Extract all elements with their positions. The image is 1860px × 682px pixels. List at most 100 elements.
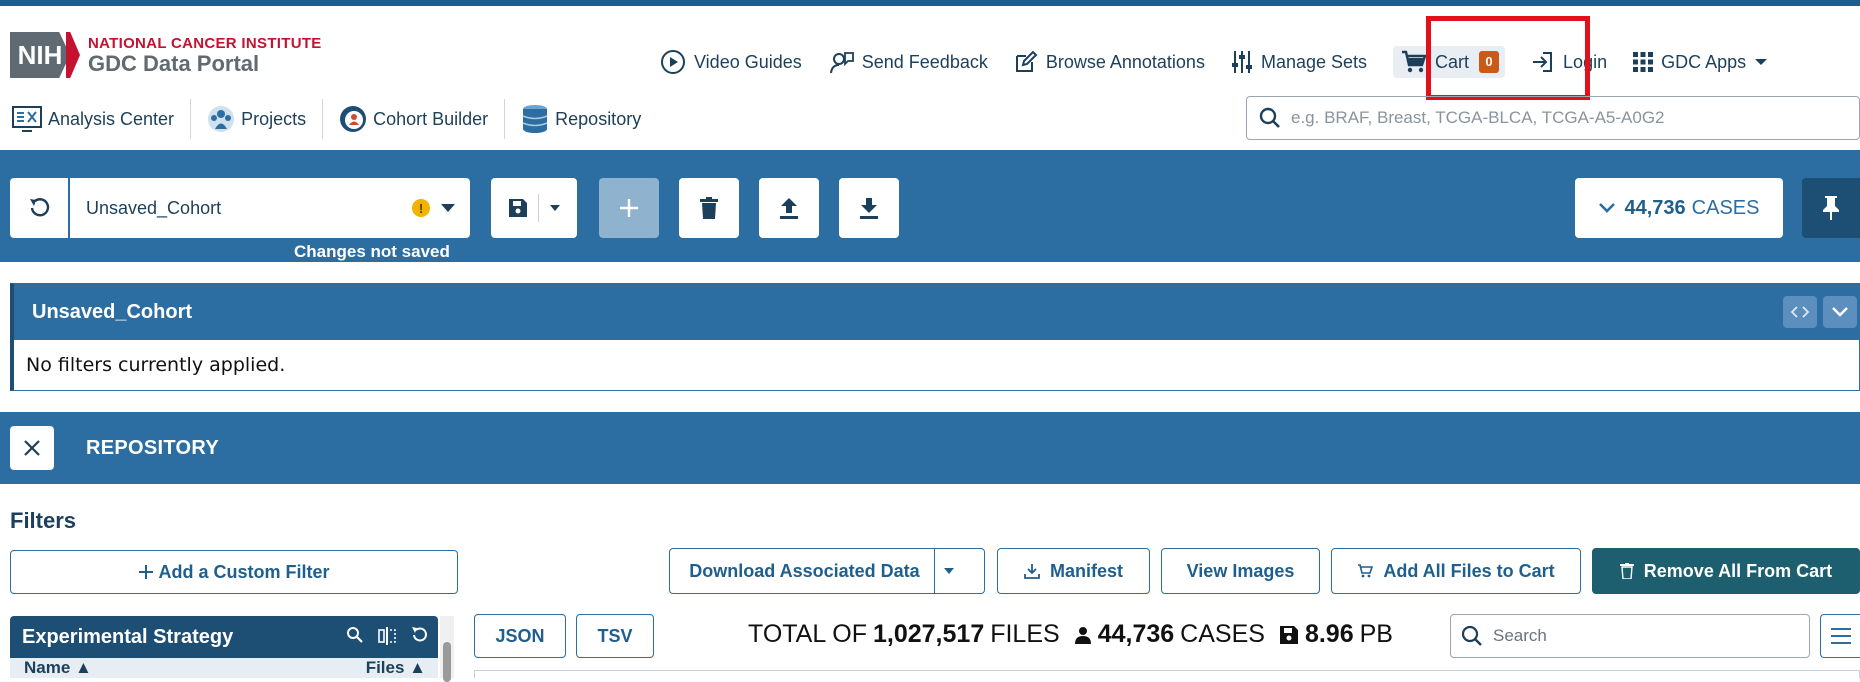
- total-cases-count: 44,736: [1097, 620, 1175, 648]
- files-column-label: Files: [365, 658, 405, 677]
- export-json-button[interactable]: JSON: [474, 614, 566, 658]
- cart-icon: [1358, 564, 1374, 578]
- remove-all-label: Remove All From Cart: [1643, 560, 1833, 581]
- video-guides-link[interactable]: Video Guides: [660, 49, 802, 75]
- add-cohort-button[interactable]: [599, 178, 659, 238]
- cohort-cases-count: 44,736: [1624, 196, 1686, 219]
- cohort-cases-toggle[interactable]: 44,736 CASES: [1575, 178, 1783, 238]
- repository-link[interactable]: Repository: [521, 99, 657, 139]
- download-associated-label: Download Associated Data: [689, 560, 920, 581]
- cohort-name: Unsaved_Cohort: [86, 197, 222, 218]
- facet-title: Experimental Strategy: [22, 625, 234, 648]
- pin-icon: [1823, 196, 1839, 220]
- trash-icon: [700, 197, 718, 219]
- json-label: JSON: [495, 625, 545, 646]
- column-settings-button[interactable]: [1820, 614, 1860, 658]
- total-files-count: 1,027,517: [873, 620, 985, 648]
- reset-icon[interactable]: [410, 626, 428, 644]
- send-feedback-label: Send Feedback: [861, 51, 988, 72]
- flip-icon[interactable]: [378, 626, 396, 646]
- discard-changes-button[interactable]: [10, 178, 70, 238]
- repository-title: REPOSITORY: [86, 436, 220, 459]
- cohort-builder-icon: [340, 106, 367, 132]
- sub-navigation: Analysis Center Projects Cohort Builder …: [12, 98, 673, 140]
- expand-filters-button[interactable]: [1783, 296, 1817, 328]
- edit-icon: [1015, 50, 1038, 72]
- remove-all-from-cart-button[interactable]: Remove All From Cart: [1592, 548, 1860, 594]
- search-icon[interactable]: [346, 626, 364, 644]
- nih-text: NIH: [17, 39, 63, 70]
- tsv-label: TSV: [597, 625, 633, 646]
- save-cohort-button[interactable]: [491, 178, 577, 238]
- facet-scrollbar[interactable]: [440, 616, 454, 682]
- facet-files-header[interactable]: Files ▲: [366, 658, 426, 678]
- cohort-filter-panel: Unsaved_Cohort No filters currently appl…: [10, 283, 1860, 391]
- close-icon: [24, 440, 40, 456]
- changes-not-saved-note: Changes not saved: [294, 242, 450, 261]
- table-search-input[interactable]: [1493, 626, 1793, 646]
- delete-cohort-button[interactable]: [679, 178, 739, 238]
- cart-icon: [1402, 50, 1427, 73]
- nih-chevron: [66, 32, 80, 78]
- save-icon: [1279, 625, 1298, 644]
- add-custom-filter-button[interactable]: Add a Custom Filter: [10, 550, 458, 594]
- gdc-apps-label: GDC Apps: [1661, 51, 1747, 72]
- save-icon: [508, 199, 527, 217]
- quick-search-input[interactable]: [1291, 108, 1831, 128]
- sliders-icon: [1231, 51, 1252, 73]
- facet-name-header[interactable]: Name ▲: [24, 658, 92, 678]
- institute-name: NATIONAL CANCER INSTITUTE: [88, 34, 322, 52]
- view-images-button[interactable]: View Images: [1161, 548, 1320, 594]
- analysis-center-link[interactable]: Analysis Center: [12, 99, 192, 139]
- caret-down-icon: [549, 205, 560, 211]
- header: NIH NATIONAL CANCER INSTITUTE GDC Data P…: [0, 6, 1860, 150]
- view-images-label: View Images: [1186, 560, 1295, 581]
- no-filters-message: No filters currently applied.: [26, 354, 286, 376]
- add-all-label: Add All Files to Cart: [1383, 560, 1555, 581]
- cohort-selector[interactable]: Unsaved_Cohort !: [10, 178, 470, 238]
- gdc-logo[interactable]: NIH NATIONAL CANCER INSTITUTE GDC Data P…: [10, 32, 322, 78]
- download-icon: [1024, 564, 1040, 579]
- browse-annotations-label: Browse Annotations: [1045, 51, 1205, 72]
- projects-icon: [208, 106, 235, 132]
- projects-link[interactable]: Projects: [207, 99, 324, 139]
- manifest-button[interactable]: Manifest: [997, 548, 1150, 594]
- download-associated-data-button[interactable]: Download Associated Data: [669, 548, 985, 594]
- cases-label: CASES: [1180, 620, 1265, 648]
- gdc-apps-menu[interactable]: GDC Apps: [1633, 52, 1776, 73]
- add-all-files-to-cart-button[interactable]: Add All Files to Cart: [1331, 548, 1581, 594]
- close-repository-button[interactable]: [10, 426, 54, 470]
- pin-cohort-bar-button[interactable]: [1802, 178, 1860, 238]
- cohort-panel-title: Unsaved_Cohort: [32, 300, 193, 323]
- send-feedback-link[interactable]: Send Feedback: [828, 49, 988, 75]
- analysis-center-icon: [12, 106, 42, 132]
- caret-down-icon: [1755, 59, 1768, 65]
- facet-column-headers: Name ▲ Files ▲: [10, 658, 438, 678]
- browse-annotations-link[interactable]: Browse Annotations: [1014, 50, 1205, 74]
- menu-icon: [1830, 628, 1851, 644]
- search-icon: [1461, 625, 1482, 646]
- total-of-label: TOTAL OF: [748, 620, 867, 648]
- nih-logo: NIH: [10, 32, 70, 78]
- user-icon: [1074, 626, 1091, 644]
- cart-highlight-box: [1426, 16, 1590, 100]
- manifest-label: Manifest: [1049, 560, 1123, 581]
- caret-down-icon: [943, 568, 954, 574]
- manage-sets-link[interactable]: Manage Sets: [1231, 49, 1367, 75]
- export-cohort-button[interactable]: [839, 178, 899, 238]
- collapse-panel-button[interactable]: [1823, 296, 1857, 328]
- repository-header: REPOSITORY: [0, 412, 1860, 484]
- quick-search-box: [1246, 96, 1860, 140]
- portal-name: GDC Data Portal: [88, 50, 260, 76]
- projects-label: Projects: [241, 108, 307, 129]
- search-icon: [1259, 107, 1280, 128]
- chevron-down-icon: [1598, 203, 1615, 213]
- export-tsv-button[interactable]: TSV: [576, 614, 654, 658]
- import-cohort-button[interactable]: [759, 178, 819, 238]
- cohort-builder-link[interactable]: Cohort Builder: [339, 99, 506, 139]
- trash-icon: [1619, 563, 1634, 579]
- filters-heading: Filters: [10, 508, 77, 533]
- experimental-strategy-facet-header: Experimental Strategy: [10, 616, 438, 658]
- database-icon: [522, 105, 548, 133]
- size-unit: PB: [1359, 620, 1393, 648]
